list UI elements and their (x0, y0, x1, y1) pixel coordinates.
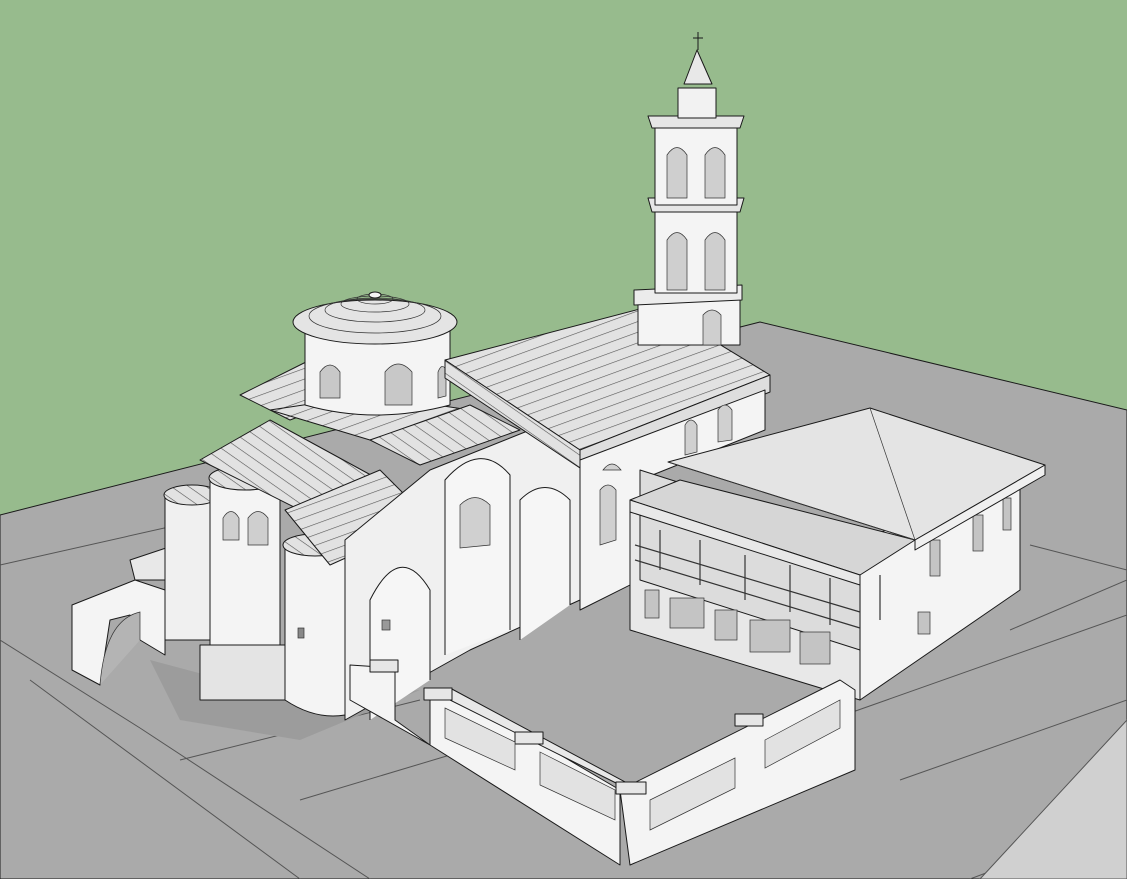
model-viewport[interactable] (0, 0, 1127, 879)
3d-model-scene[interactable] (0, 0, 1127, 879)
apse-base (199, 644, 291, 701)
apse-front (284, 544, 346, 717)
apse-middle (209, 479, 281, 671)
facade-arch-1 (444, 458, 511, 655)
